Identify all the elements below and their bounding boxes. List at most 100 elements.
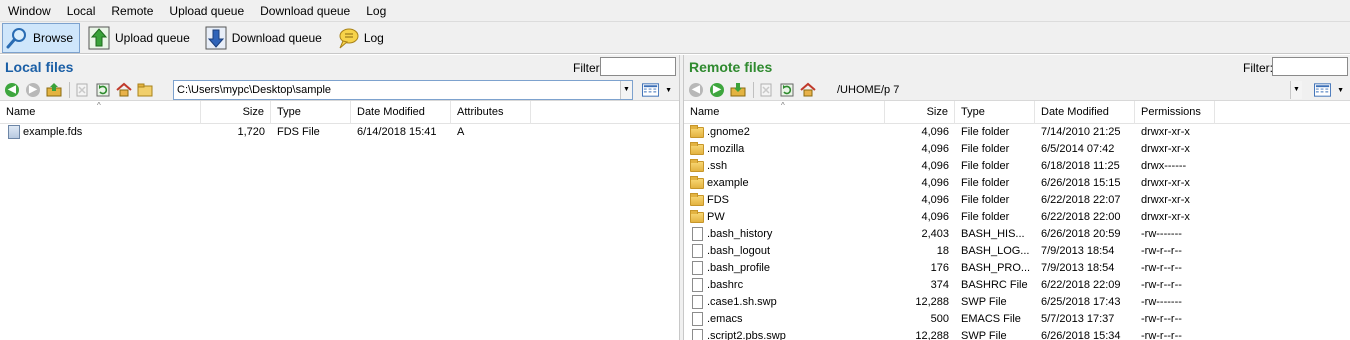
column-header-size[interactable]: Size: [201, 101, 271, 124]
menu-local[interactable]: Local: [59, 0, 104, 22]
open-folder-icon[interactable]: [136, 81, 154, 99]
table-row[interactable]: .case1.sh.swp 12,288 SWP File 6/25/2018 17:…: [684, 294, 1350, 311]
menu-upload-queue[interactable]: Upload queue: [161, 0, 252, 22]
chevron-down-icon: ▼: [1337, 86, 1344, 94]
back-icon[interactable]: ◀: [3, 81, 21, 99]
table-row[interactable]: .bash_logout 18 BASH_LOG... 7/9/2013 18:54 -…: [684, 243, 1350, 260]
table-row[interactable]: .emacs 500 EMACS File 5/7/2013 17:37 -rw-r--…: [684, 311, 1350, 328]
column-header-type[interactable]: Type: [271, 101, 351, 124]
download-folder-icon[interactable]: [729, 81, 747, 99]
remote-file-list: .gnome2 4,096 File folder 7/14/2010 21:25 dr…: [684, 124, 1350, 340]
view-mode-button[interactable]: ▼: [1314, 81, 1344, 99]
file-size: 4,096: [921, 177, 949, 189]
menu-log[interactable]: Log: [358, 0, 394, 22]
column-header-date[interactable]: Date Modified: [1035, 101, 1135, 124]
file-type: File folder: [961, 126, 1010, 138]
file-name: .script2.pbs.swp: [707, 330, 786, 340]
file-type: EMACS File: [961, 313, 1021, 325]
table-row[interactable]: example 4,096 File folder 6/26/2018 15:15 dr…: [684, 175, 1350, 192]
file-icon: [692, 261, 703, 275]
table-row[interactable]: .bash_profile 176 BASH_PRO... 7/9/2013 18:5…: [684, 260, 1350, 277]
table-row[interactable]: .bash_history 2,403 BASH_HIS... 6/26/2018 2…: [684, 226, 1350, 243]
file-permissions: -rw-r--r--: [1141, 330, 1182, 340]
browse-label: Browse: [33, 30, 74, 45]
local-filter-input[interactable]: [600, 57, 676, 76]
file-size: 4,096: [921, 211, 949, 223]
file-size: 1,720: [237, 126, 265, 138]
file-name: .bash_profile: [707, 262, 770, 274]
column-header-name[interactable]: ^ Name: [0, 101, 201, 124]
column-header-type[interactable]: Type: [955, 101, 1035, 124]
download-queue-button[interactable]: Download queue: [201, 23, 329, 53]
browse-button[interactable]: Browse: [2, 22, 81, 53]
file-permissions: drwxr-xr-x: [1141, 126, 1190, 138]
table-row[interactable]: PW 4,096 File folder 6/22/2018 22:00 drwxr-x…: [684, 209, 1350, 226]
file-icon: [692, 278, 703, 292]
folder-icon: [690, 210, 704, 223]
remote-pane-title: Remote files: [689, 59, 773, 75]
file-icon: [692, 329, 703, 340]
file-type: BASH_LOG...: [961, 245, 1030, 257]
toolbar-separator: [69, 81, 70, 98]
menu-download-queue[interactable]: Download queue: [252, 0, 358, 22]
file-icon: [692, 227, 703, 241]
table-row[interactable]: .script2.pbs.swp 12,288 SWP File 6/26/2018 …: [684, 328, 1350, 340]
file-size: 12,288: [915, 330, 949, 340]
table-row[interactable]: .mozilla 4,096 File folder 6/5/2014 07:42 dr…: [684, 141, 1350, 158]
file-name: .gnome2: [707, 126, 750, 138]
table-row[interactable]: .gnome2 4,096 File folder 7/14/2010 21:25 dr…: [684, 124, 1350, 141]
list-view-icon: [642, 83, 660, 97]
log-button[interactable]: Log: [333, 23, 391, 53]
file-permissions: -rw-r--r--: [1141, 313, 1182, 325]
column-header-attributes[interactable]: Attributes: [451, 101, 531, 124]
file-date: 6/14/2018 15:41: [357, 126, 437, 138]
table-row[interactable]: .bashrc 374 BASHRC File 6/22/2018 22:09 -rw-…: [684, 277, 1350, 294]
file-type: BASH_PRO...: [961, 262, 1031, 274]
table-row[interactable]: .ssh 4,096 File folder 6/18/2018 11:25 drwx-…: [684, 158, 1350, 175]
file-permissions: drwxr-xr-x: [1141, 211, 1190, 223]
column-header-name[interactable]: ^ Name: [684, 101, 885, 124]
file-permissions: drwxr-xr-x: [1141, 177, 1190, 189]
home-icon[interactable]: [799, 81, 817, 99]
upload-queue-button[interactable]: Upload queue: [84, 23, 197, 53]
file-name: .case1.sh.swp: [707, 296, 777, 308]
file-date: 6/26/2018 20:59: [1041, 228, 1121, 240]
file-date: 6/22/2018 22:09: [1041, 279, 1121, 291]
view-mode-button[interactable]: ▼: [642, 81, 672, 99]
delete-icon[interactable]: [73, 81, 91, 99]
delete-icon[interactable]: [757, 81, 775, 99]
folder-icon: [690, 159, 704, 172]
forward-icon[interactable]: ▶: [708, 81, 726, 99]
file-size: 176: [930, 262, 949, 274]
column-header-date[interactable]: Date Modified: [351, 101, 451, 124]
folder-icon: [690, 176, 704, 189]
menu-remote[interactable]: Remote: [103, 0, 161, 22]
file-size: 4,096: [921, 126, 949, 138]
main-toolbar: Browse Upload queue Download queue Log: [0, 22, 1350, 54]
local-path-input[interactable]: C:\Users\mypc\Desktop\sample ▼: [173, 80, 633, 100]
chevron-down-icon[interactable]: ▼: [620, 81, 632, 99]
file-type: File folder: [961, 160, 1010, 172]
remote-path-input[interactable]: /UHOME/p 7 ▼: [833, 80, 1303, 100]
chevron-down-icon[interactable]: ▼: [1290, 81, 1302, 99]
column-header-size[interactable]: Size: [885, 101, 955, 124]
column-header-permissions[interactable]: Permissions: [1135, 101, 1215, 124]
file-type: File folder: [961, 211, 1010, 223]
file-permissions: -rw-------: [1141, 228, 1182, 240]
home-icon[interactable]: [115, 81, 133, 99]
local-filter-label: Filter:: [573, 61, 603, 75]
remote-column-header: ^ Name Size Type Date Modified Permission…: [684, 101, 1350, 124]
file-name: .emacs: [707, 313, 743, 325]
upload-folder-icon[interactable]: [45, 81, 63, 99]
table-row[interactable]: FDS 4,096 File folder 6/22/2018 22:07 drwxr-…: [684, 192, 1350, 209]
file-permissions: -rw-r--r--: [1141, 245, 1182, 257]
local-files-pane: Local files Filter: ◀ ▶ C:\Users\mypc\De…: [0, 55, 679, 340]
back-icon[interactable]: ◀: [687, 81, 705, 99]
forward-icon[interactable]: ▶: [24, 81, 42, 99]
remote-filter-input[interactable]: [1272, 57, 1348, 76]
menu-window[interactable]: Window: [0, 0, 59, 22]
table-row[interactable]: example.fds 1,720 FDS File 6/14/2018 15:…: [0, 124, 679, 141]
file-date: 6/5/2014 07:42: [1041, 143, 1115, 155]
download-arrow-icon: [204, 26, 228, 50]
menu-bar: Window Local Remote Upload queue Downloa…: [0, 0, 1350, 22]
